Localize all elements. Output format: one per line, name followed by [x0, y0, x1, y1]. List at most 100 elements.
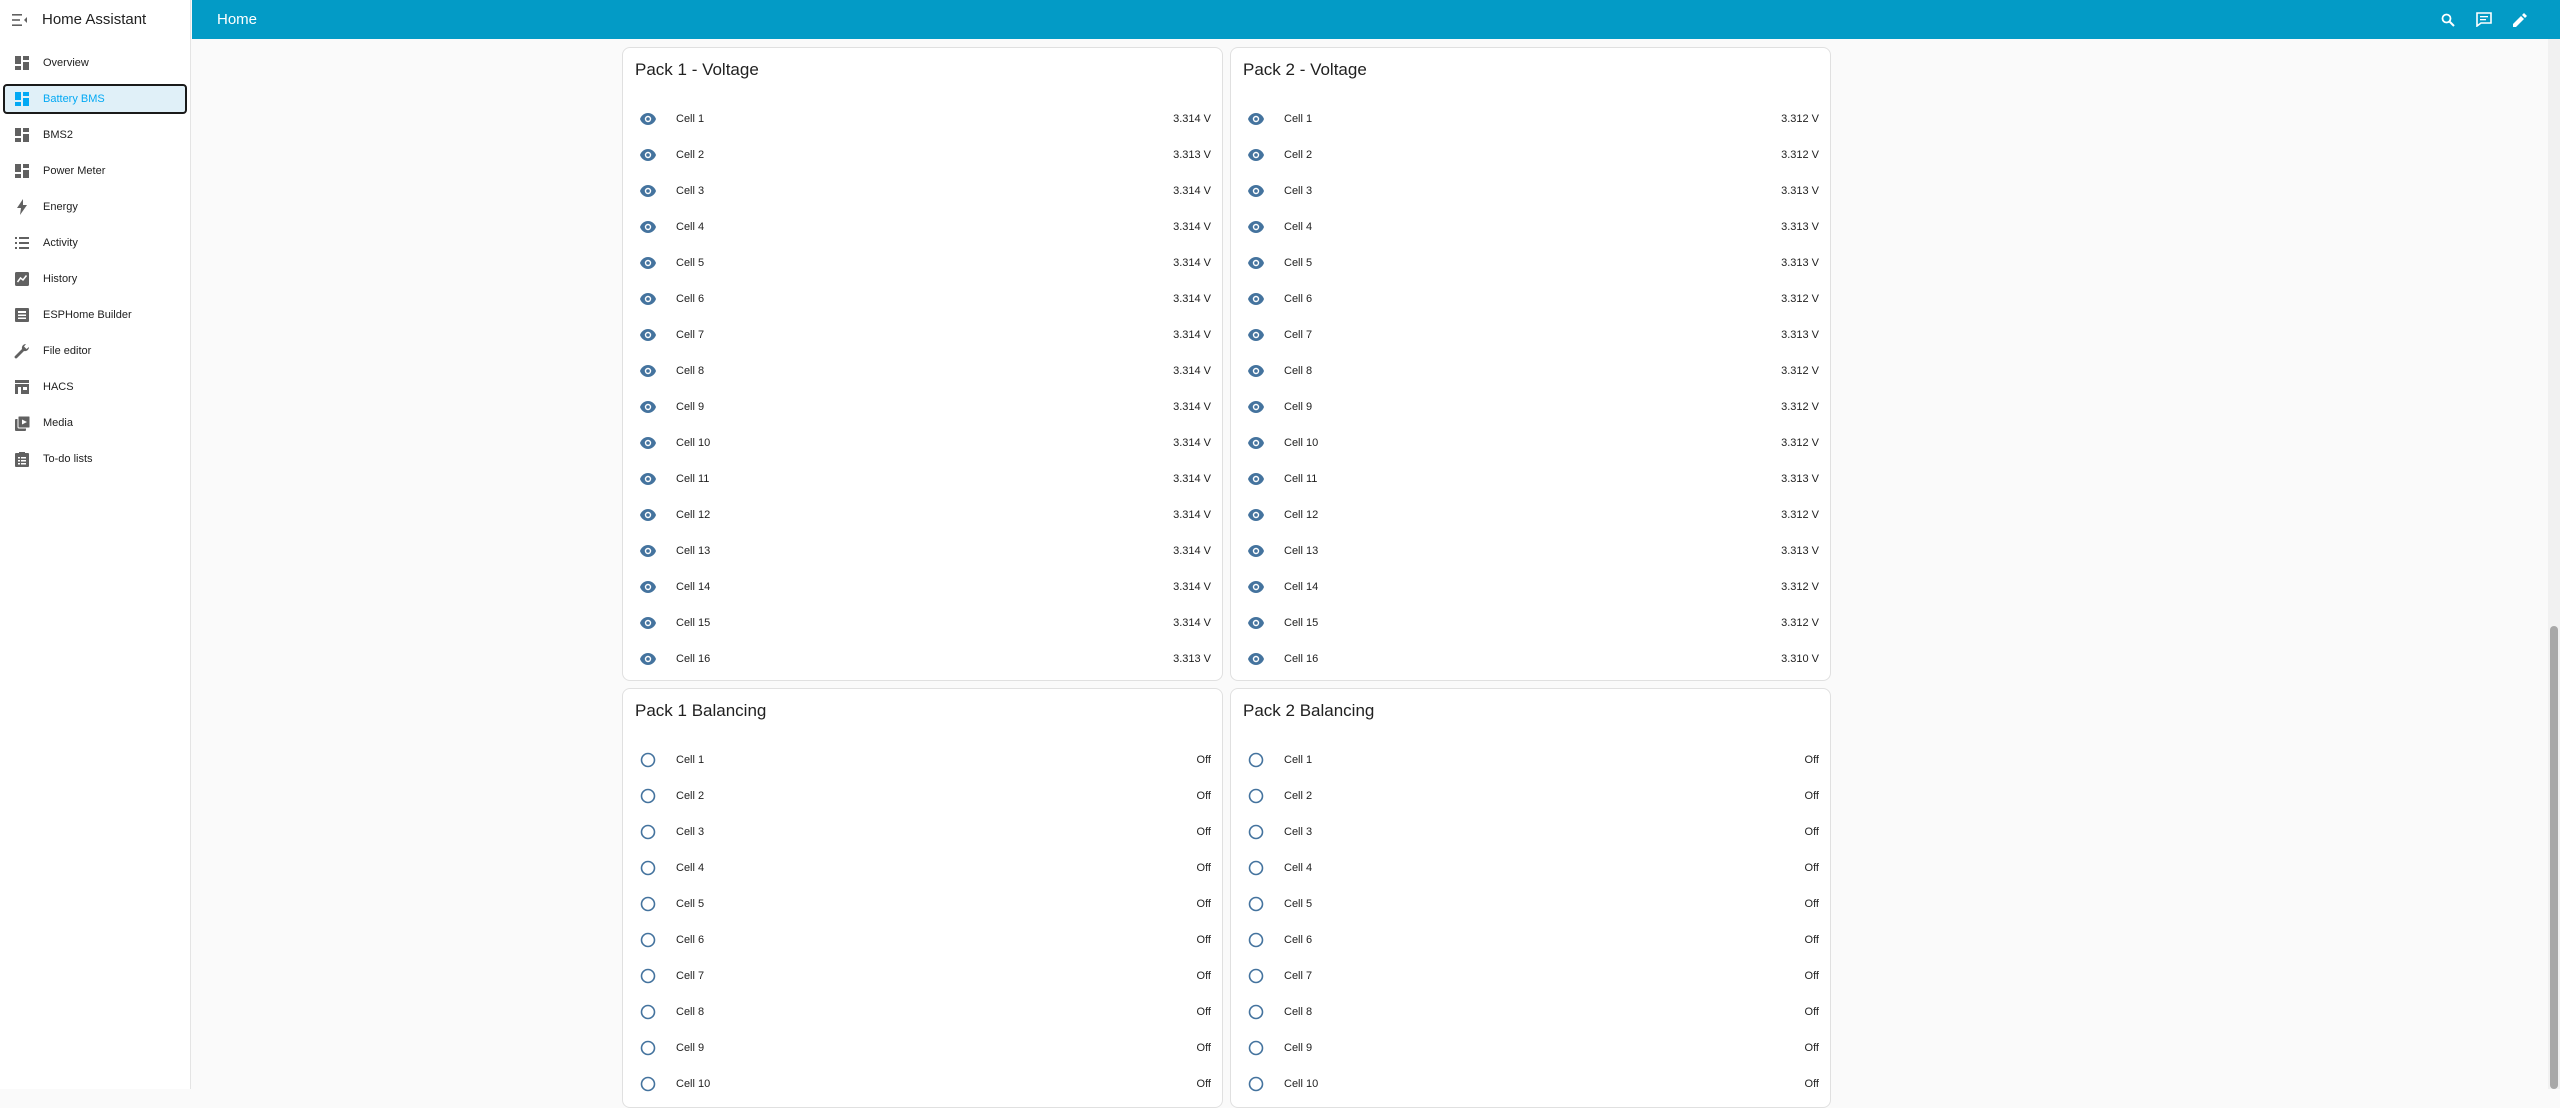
- entity-row[interactable]: Cell 4 Off: [1231, 850, 1830, 886]
- entity-row[interactable]: Cell 16 3.313 V: [623, 641, 1222, 677]
- sidebar-item-esphome-builder[interactable]: ESPHome Builder: [3, 300, 187, 330]
- entity-row[interactable]: Cell 10 3.314 V: [623, 425, 1222, 461]
- clipboard-list-icon: [13, 450, 31, 468]
- circle-outline-icon: [1247, 1075, 1265, 1093]
- sidebar-item-hacs[interactable]: HACS: [3, 372, 187, 402]
- entity-state: Off: [1196, 790, 1211, 802]
- entity-row[interactable]: Cell 5 Off: [623, 886, 1222, 922]
- eye-icon: [639, 290, 657, 308]
- sidebar-item-energy[interactable]: Energy: [3, 192, 187, 222]
- entity-name: Cell 8: [1284, 1006, 1313, 1018]
- entity-row[interactable]: Cell 15 3.312 V: [1231, 605, 1830, 641]
- entity-row[interactable]: Cell 6 Off: [1231, 922, 1830, 958]
- entity-row[interactable]: Cell 12 3.312 V: [1231, 497, 1830, 533]
- entity-row[interactable]: Cell 4 3.314 V: [623, 209, 1222, 245]
- entity-name: Cell 2: [1284, 149, 1313, 161]
- sidebar-item-media[interactable]: Media: [3, 408, 187, 438]
- sidebar-item-label: ESPHome Builder: [43, 309, 132, 321]
- entity-row[interactable]: Cell 1 Off: [1231, 742, 1830, 778]
- entity-row[interactable]: Cell 14 3.312 V: [1231, 569, 1830, 605]
- entity-name: Cell 12: [1284, 509, 1319, 521]
- dashboard-icon: [13, 162, 31, 180]
- entity-row[interactable]: Cell 5 3.314 V: [623, 245, 1222, 281]
- sidebar-item-battery-bms[interactable]: Battery BMS: [3, 84, 187, 114]
- entity-row[interactable]: Cell 1 3.312 V: [1231, 101, 1830, 137]
- entity-row[interactable]: Cell 10 Off: [623, 1066, 1222, 1102]
- eye-icon: [639, 326, 657, 344]
- entity-row[interactable]: Cell 3 Off: [623, 814, 1222, 850]
- entity-name: Cell 9: [1284, 1042, 1313, 1054]
- entity-row[interactable]: Cell 9 3.314 V: [623, 389, 1222, 425]
- entity-row[interactable]: Cell 2 Off: [1231, 778, 1830, 814]
- sidebar-item-activity[interactable]: Activity: [3, 228, 187, 258]
- entity-row[interactable]: Cell 15 3.314 V: [623, 605, 1222, 641]
- entity-state: Off: [1196, 934, 1211, 946]
- entity-name: Cell 10: [676, 1078, 711, 1090]
- entity-row[interactable]: Cell 3 3.314 V: [623, 173, 1222, 209]
- entity-row[interactable]: Cell 14 3.314 V: [623, 569, 1222, 605]
- assist-button[interactable]: [2466, 2, 2502, 38]
- entity-row[interactable]: Cell 2 3.313 V: [623, 137, 1222, 173]
- eye-icon: [1247, 326, 1265, 344]
- entity-name: Cell 5: [676, 257, 705, 269]
- entity-row[interactable]: Cell 13 3.314 V: [623, 533, 1222, 569]
- entity-row[interactable]: Cell 16 3.310 V: [1231, 641, 1830, 677]
- search-button[interactable]: [2430, 2, 2466, 38]
- entity-row[interactable]: Cell 6 3.312 V: [1231, 281, 1830, 317]
- entity-row[interactable]: Cell 6 Off: [623, 922, 1222, 958]
- eye-icon: [639, 362, 657, 380]
- entity-row[interactable]: Cell 8 3.314 V: [623, 353, 1222, 389]
- entity-row[interactable]: Cell 3 3.313 V: [1231, 173, 1830, 209]
- entity-row[interactable]: Cell 1 Off: [623, 742, 1222, 778]
- entity-row[interactable]: Cell 12 3.314 V: [623, 497, 1222, 533]
- entity-row[interactable]: Cell 4 Off: [623, 850, 1222, 886]
- entity-row[interactable]: Cell 8 Off: [1231, 994, 1830, 1030]
- entity-name: Cell 5: [1284, 898, 1313, 910]
- entity-row[interactable]: Cell 10 Off: [1231, 1066, 1830, 1102]
- circle-outline-icon: [1247, 751, 1265, 769]
- entity-row[interactable]: Cell 7 Off: [623, 958, 1222, 994]
- entity-state: Off: [1804, 934, 1819, 946]
- entity-row[interactable]: Cell 11 3.313 V: [1231, 461, 1830, 497]
- entity-row[interactable]: Cell 11 3.314 V: [623, 461, 1222, 497]
- top-app-bar: Home: [192, 0, 2560, 39]
- circle-outline-icon: [639, 787, 657, 805]
- dashboard-icon: [13, 126, 31, 144]
- sidebar-item-power-meter[interactable]: Power Meter: [3, 156, 187, 186]
- entity-row[interactable]: Cell 9 3.312 V: [1231, 389, 1830, 425]
- entity-state: Off: [1196, 1006, 1211, 1018]
- sidebar-item-label: File editor: [43, 345, 92, 357]
- entity-name: Cell 3: [676, 826, 705, 838]
- sidebar-item-bms2[interactable]: BMS2: [3, 120, 187, 150]
- entity-name: Cell 9: [676, 1042, 705, 1054]
- entity-row[interactable]: Cell 3 Off: [1231, 814, 1830, 850]
- entity-row[interactable]: Cell 7 3.314 V: [623, 317, 1222, 353]
- entity-row[interactable]: Cell 7 3.313 V: [1231, 317, 1830, 353]
- entity-state: 3.314 V: [1173, 581, 1211, 593]
- sidebar-item-todo-lists[interactable]: To-do lists: [3, 444, 187, 474]
- entity-row[interactable]: Cell 10 3.312 V: [1231, 425, 1830, 461]
- entity-row[interactable]: Cell 1 3.314 V: [623, 101, 1222, 137]
- entity-row[interactable]: Cell 7 Off: [1231, 958, 1830, 994]
- entity-state: 3.314 V: [1173, 509, 1211, 521]
- menu-collapse-icon[interactable]: [10, 10, 30, 30]
- sidebar-item-overview[interactable]: Overview: [3, 48, 187, 78]
- entity-row[interactable]: Cell 9 Off: [1231, 1030, 1830, 1066]
- sidebar-item-history[interactable]: History: [3, 264, 187, 294]
- entity-row[interactable]: Cell 8 Off: [623, 994, 1222, 1030]
- entity-row[interactable]: Cell 2 Off: [623, 778, 1222, 814]
- edit-dashboard-button[interactable]: [2502, 2, 2538, 38]
- entity-row[interactable]: Cell 13 3.313 V: [1231, 533, 1830, 569]
- entity-row[interactable]: Cell 8 3.312 V: [1231, 353, 1830, 389]
- sidebar-item-file-editor[interactable]: File editor: [3, 336, 187, 366]
- entity-row[interactable]: Cell 9 Off: [623, 1030, 1222, 1066]
- dashboard-icon: [13, 54, 31, 72]
- entity-row[interactable]: Cell 5 Off: [1231, 886, 1830, 922]
- entity-row[interactable]: Cell 2 3.312 V: [1231, 137, 1830, 173]
- entity-state: 3.314 V: [1173, 401, 1211, 413]
- entity-row[interactable]: Cell 5 3.313 V: [1231, 245, 1830, 281]
- entity-row[interactable]: Cell 6 3.314 V: [623, 281, 1222, 317]
- sidebar-item-label: Battery BMS: [43, 93, 105, 105]
- entity-row[interactable]: Cell 4 3.313 V: [1231, 209, 1830, 245]
- scrollbar-thumb[interactable]: [2550, 626, 2558, 1089]
